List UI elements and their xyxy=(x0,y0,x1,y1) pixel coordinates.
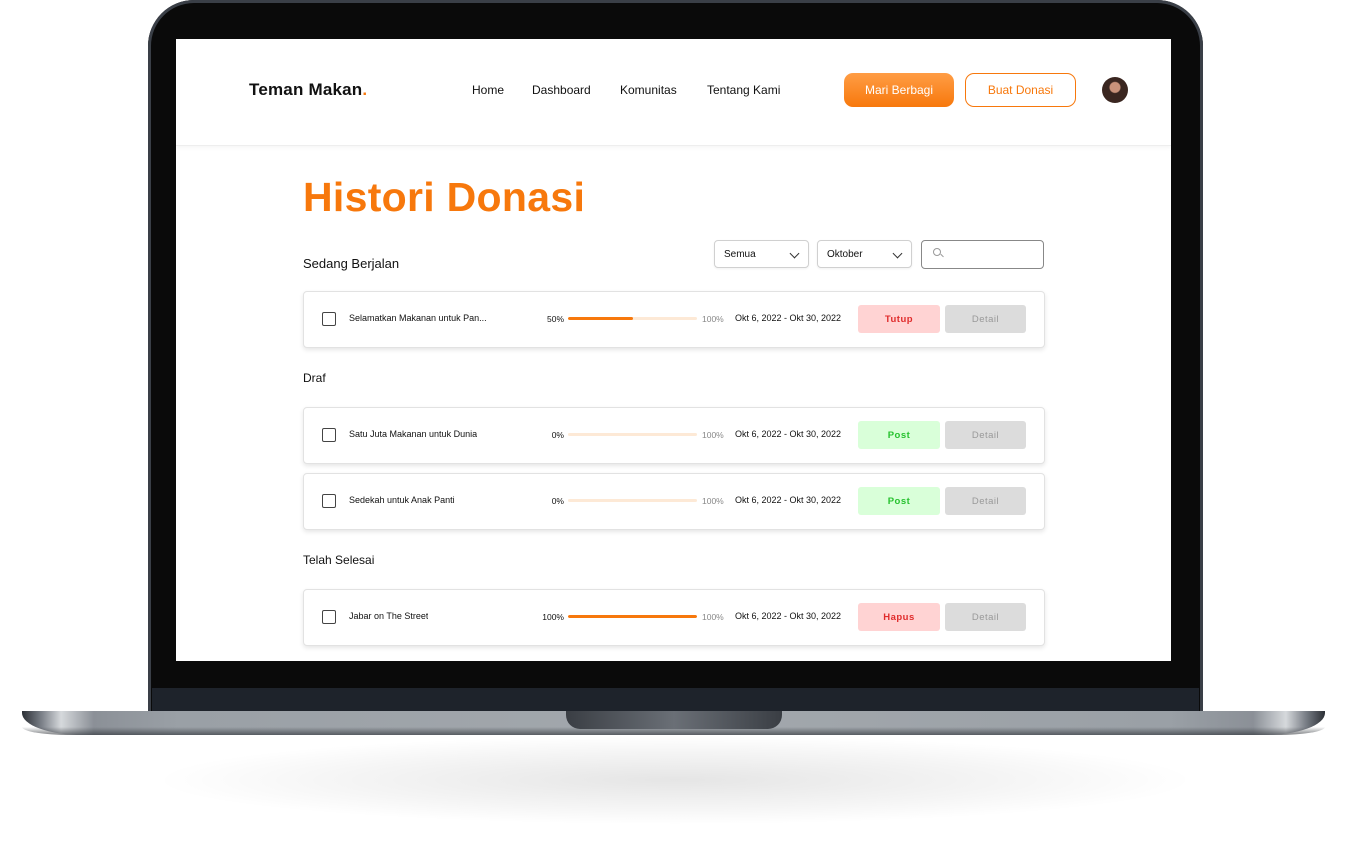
section-label-draf: Draf xyxy=(303,371,326,385)
progress-bar xyxy=(568,433,697,436)
brand-logo-text: Teman Makan xyxy=(249,80,363,99)
donation-date-range: Okt 6, 2022 - Okt 30, 2022 xyxy=(735,313,842,323)
detail-button[interactable]: Detail xyxy=(945,603,1026,631)
row-checkbox[interactable] xyxy=(322,610,336,624)
detail-button[interactable]: Detail xyxy=(945,305,1026,333)
row-checkbox[interactable] xyxy=(322,312,336,326)
donation-date-range: Okt 6, 2022 - Okt 30, 2022 xyxy=(735,495,842,505)
donation-title: Jabar on The Street xyxy=(349,611,429,621)
category-select[interactable]: Semua xyxy=(714,240,809,268)
laptop-shadow xyxy=(150,735,1200,825)
search-input[interactable] xyxy=(948,245,1042,265)
brand-logo-dot: . xyxy=(362,80,368,99)
donation-title: Satu Juta Makanan untuk Dunia xyxy=(349,429,478,439)
donation-date-range: Okt 6, 2022 - Okt 30, 2022 xyxy=(735,611,842,621)
post-button[interactable]: Post xyxy=(858,487,940,515)
tutup-button[interactable]: Tutup xyxy=(858,305,940,333)
progress-target: 100% xyxy=(702,612,724,622)
month-select[interactable]: Oktober xyxy=(817,240,912,268)
donation-card: Selamatkan Makanan untuk Pan... 50% 100%… xyxy=(303,291,1045,348)
donation-card: Satu Juta Makanan untuk Dunia 0% 100% Ok… xyxy=(303,407,1045,464)
laptop-notch xyxy=(566,711,782,729)
progress-target: 100% xyxy=(702,496,724,506)
nav-link-tentang-kami[interactable]: Tentang Kami xyxy=(707,83,780,97)
section-label-sedang-berjalan: Sedang Berjalan xyxy=(303,256,400,271)
nav-link-home[interactable]: Home xyxy=(472,83,504,97)
hapus-button[interactable]: Hapus xyxy=(858,603,940,631)
progress-fill xyxy=(568,615,697,618)
brand-logo[interactable]: Teman Makan. xyxy=(249,80,367,100)
app-screen: Teman Makan. Home Dashboard Komunitas Te… xyxy=(176,39,1171,661)
progress-fill xyxy=(568,317,633,320)
detail-button[interactable]: Detail xyxy=(945,487,1026,515)
category-select-value: Semua xyxy=(724,248,756,260)
buat-donasi-button[interactable]: Buat Donasi xyxy=(965,73,1076,107)
row-checkbox[interactable] xyxy=(322,428,336,442)
search-box xyxy=(921,240,1044,269)
progress-bar xyxy=(568,317,697,320)
month-select-value: Oktober xyxy=(827,248,863,260)
page-title: Histori Donasi xyxy=(303,174,586,220)
detail-button[interactable]: Detail xyxy=(945,421,1026,449)
progress-bar xyxy=(568,615,697,618)
user-avatar[interactable] xyxy=(1102,77,1128,103)
progress-target: 100% xyxy=(702,314,724,324)
nav-link-dashboard[interactable]: Dashboard xyxy=(532,83,591,97)
progress-bar xyxy=(568,499,697,502)
progress-percent: 50% xyxy=(546,314,564,324)
progress-percent: 100% xyxy=(542,612,564,622)
section-label-telah-selesai: Telah Selesai xyxy=(303,553,375,567)
progress-percent: 0% xyxy=(551,496,564,506)
donation-title: Selamatkan Makanan untuk Pan... xyxy=(349,313,487,323)
chevron-down-icon xyxy=(892,248,903,259)
progress-percent: 0% xyxy=(551,430,564,440)
chevron-down-icon xyxy=(789,248,800,259)
top-navbar: Teman Makan. Home Dashboard Komunitas Te… xyxy=(176,39,1171,146)
progress-target: 100% xyxy=(702,430,724,440)
nav-link-komunitas[interactable]: Komunitas xyxy=(620,83,677,97)
donation-card: Jabar on The Street 100% 100% Okt 6, 202… xyxy=(303,589,1045,646)
search-icon xyxy=(933,248,941,256)
donation-card: Sedekah untuk Anak Panti 0% 100% Okt 6, … xyxy=(303,473,1045,530)
row-checkbox[interactable] xyxy=(322,494,336,508)
donation-title: Sedekah untuk Anak Panti xyxy=(349,495,455,505)
donation-date-range: Okt 6, 2022 - Okt 30, 2022 xyxy=(735,429,842,439)
post-button[interactable]: Post xyxy=(858,421,940,449)
mari-berbagi-button[interactable]: Mari Berbagi xyxy=(844,73,954,107)
